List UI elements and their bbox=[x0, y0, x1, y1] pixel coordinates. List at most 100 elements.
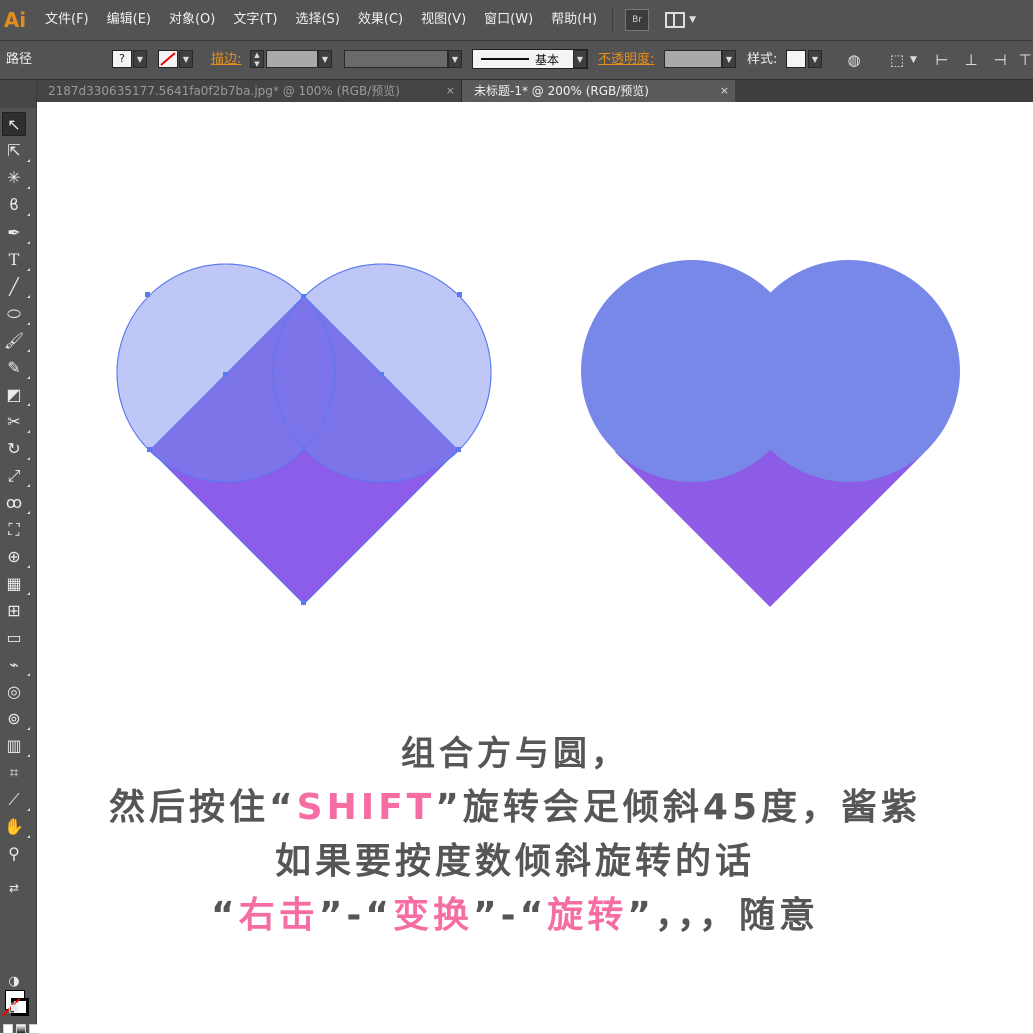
document-tab[interactable]: 2187d330635177.5641fa0f2b7ba.jpg* @ 100%… bbox=[36, 80, 461, 102]
fill-swatch[interactable]: ? bbox=[112, 50, 132, 68]
stroke-label[interactable]: 描边: bbox=[211, 41, 241, 79]
line-tool-icon[interactable]: ╱ bbox=[2, 275, 30, 299]
eraser-tool-icon[interactable]: ◩ bbox=[2, 383, 30, 407]
anchor-point bbox=[147, 447, 152, 452]
direct-selection-tool-icon[interactable]: ⇱ bbox=[2, 139, 30, 163]
chevron-down-icon[interactable]: ▼ bbox=[910, 55, 917, 65]
opacity-label[interactable]: 不透明度: bbox=[598, 41, 654, 79]
control-bar: 路径 ? ▼ ▼ 描边: ▲ ▼ ▼ ▼ 基本 ▼ 不透明度: ▼ 样式: ▼ ◍… bbox=[0, 41, 1033, 80]
document-tab-active[interactable]: 未标题-1* @ 200% (RGB/预览) × bbox=[461, 80, 735, 102]
menu-bar: Ai 文件(F) 编辑(E) 对象(O) 文字(T) 选择(S) 效果(C) 视… bbox=[0, 0, 1033, 41]
artboard-canvas[interactable]: 组合方与圆， 然后按住“SHIFT”旋转会足倾斜45度，酱紫 如果要按度数倾斜旋… bbox=[37, 102, 1033, 1033]
caption-highlight: SHIFT bbox=[296, 787, 436, 828]
anchor-point bbox=[223, 372, 228, 377]
close-icon[interactable]: × bbox=[446, 80, 455, 102]
vertical-align-top-icon[interactable]: ⊤ bbox=[1014, 49, 1033, 71]
brush-definition-dropdown[interactable]: ▼ bbox=[573, 50, 587, 68]
artboard-tool-icon[interactable]: ⌗ bbox=[2, 761, 26, 785]
column-graph-tool-icon[interactable]: ▥ bbox=[2, 734, 30, 758]
blend-tool-icon[interactable]: ◎ bbox=[2, 680, 26, 704]
horizontal-align-right-icon[interactable]: ⊣ bbox=[989, 49, 1011, 71]
caption-line: “右击”-“变换”-“旋转”，，，随意 bbox=[37, 889, 1033, 943]
finished-heart-group[interactable] bbox=[581, 260, 960, 607]
menu-effect[interactable]: 效果(C) bbox=[349, 0, 412, 40]
ellipse-tool-icon[interactable]: ⬭ bbox=[2, 302, 30, 326]
lasso-tool-icon[interactable]: ϐ bbox=[2, 193, 30, 217]
arrange-documents-button[interactable]: ▼ bbox=[665, 12, 696, 28]
document-tab-title: 2187d330635177.5641fa0f2b7ba.jpg* @ 100%… bbox=[48, 84, 400, 98]
chevron-down-icon: ▼ bbox=[689, 15, 696, 25]
stroke-weight-field[interactable] bbox=[266, 50, 318, 68]
opacity-dropdown[interactable]: ▼ bbox=[722, 50, 736, 68]
shape-builder-tool-icon[interactable]: ⊕ bbox=[2, 545, 30, 569]
menu-select[interactable]: 选择(S) bbox=[286, 0, 348, 40]
menu-separator bbox=[612, 8, 614, 32]
bridge-button[interactable]: Br bbox=[625, 9, 650, 31]
caption-text: ”旋转会足倾斜45度，酱紫 bbox=[435, 787, 922, 828]
anchor-point bbox=[379, 372, 384, 377]
menu-edit[interactable]: 编辑(E) bbox=[98, 0, 160, 40]
caption-line: 如果要按度数倾斜旋转的话 bbox=[37, 835, 1033, 889]
perspective-grid-tool-icon[interactable]: ▦ bbox=[2, 572, 30, 596]
free-transform-tool-icon[interactable]: ⛶ bbox=[2, 518, 26, 542]
menu-type[interactable]: 文字(T) bbox=[224, 0, 286, 40]
symbol-sprayer-tool-icon[interactable]: ⊚ bbox=[2, 707, 30, 731]
anchor-point bbox=[145, 292, 150, 297]
eyedropper-tool-icon[interactable]: ⌁ bbox=[2, 653, 30, 677]
pen-tool-icon[interactable]: ✒ bbox=[2, 221, 30, 245]
slice-tool-icon[interactable]: ⟋ bbox=[2, 788, 30, 812]
gradient-tool-icon[interactable]: ▭ bbox=[2, 626, 26, 650]
pencil-tool-icon[interactable]: ✎ bbox=[2, 356, 30, 380]
variable-width-dropdown[interactable]: ▼ bbox=[448, 50, 462, 68]
stroke-weight-stepper[interactable]: ▲ ▼ bbox=[250, 50, 264, 68]
horizontal-align-center-icon[interactable]: ⊥ bbox=[960, 49, 982, 71]
stroke-preview-line bbox=[481, 58, 529, 60]
heart-right-lobe[interactable] bbox=[738, 260, 960, 482]
magic-wand-tool-icon[interactable]: ✳ bbox=[2, 166, 30, 190]
document-tab-bar: 2187d330635177.5641fa0f2b7ba.jpg* @ 100%… bbox=[36, 80, 1033, 102]
close-icon[interactable]: × bbox=[720, 80, 729, 102]
stroke-dropdown[interactable]: ▼ bbox=[179, 50, 193, 68]
type-tool-icon[interactable]: T bbox=[2, 248, 30, 272]
recolor-artwork-icon[interactable]: ◍ bbox=[843, 49, 865, 71]
caption-text: ”-“ bbox=[473, 895, 548, 936]
selection-tool-icon[interactable]: ↖ bbox=[2, 112, 26, 136]
caption-text: 组合方与圆， bbox=[401, 734, 629, 774]
fill-dropdown[interactable]: ▼ bbox=[133, 50, 147, 68]
rotate-tool-icon[interactable]: ↻ bbox=[2, 437, 30, 461]
caption-text: 然后按住“ bbox=[108, 787, 297, 828]
anchor-point bbox=[301, 294, 306, 299]
caption-line: 然后按住“SHIFT”旋转会足倾斜45度，酱紫 bbox=[37, 781, 1033, 835]
brush-definition[interactable]: 基本 bbox=[472, 49, 588, 69]
scale-tool-icon[interactable]: ⤢ bbox=[2, 464, 30, 488]
caption-text: ”-“ bbox=[318, 895, 393, 936]
tools-panel: ↖ ⇱ ✳ ϐ ✒ T ╱ ⬭ 🖌 ✎ ◩ ✂ ↻ ⤢ ꝏ ⛶ ⊕ ▦ ⊞ ▭ … bbox=[0, 80, 39, 1034]
menu-file[interactable]: 文件(F) bbox=[36, 0, 98, 40]
menu-object[interactable]: 对象(O) bbox=[160, 0, 224, 40]
graphic-style-dropdown[interactable]: ▼ bbox=[808, 50, 822, 68]
caption-line: 组合方与圆， bbox=[37, 727, 1033, 781]
graphic-style-swatch[interactable] bbox=[786, 50, 806, 68]
screen-mode-icon[interactable]: ▣ bbox=[2, 996, 26, 1020]
swap-fill-stroke-icon[interactable]: ⇄ bbox=[2, 876, 26, 900]
align-to-selection-icon[interactable]: ⬚ bbox=[886, 49, 908, 71]
mesh-tool-icon[interactable]: ⊞ bbox=[2, 599, 26, 623]
scissors-tool-icon[interactable]: ✂ bbox=[2, 410, 30, 434]
menu-help[interactable]: 帮助(H) bbox=[542, 0, 606, 40]
variable-width-profile[interactable] bbox=[344, 50, 448, 68]
menu-view[interactable]: 视图(V) bbox=[412, 0, 475, 40]
stroke-weight-dropdown[interactable]: ▼ bbox=[318, 50, 332, 68]
zoom-tool-icon[interactable]: ⚲ bbox=[2, 842, 26, 866]
tools-panel-grip[interactable] bbox=[0, 80, 36, 108]
paintbrush-tool-icon[interactable]: 🖌 bbox=[2, 329, 30, 353]
drawing-mode-icon[interactable]: ◑ bbox=[2, 970, 26, 994]
opacity-field[interactable] bbox=[664, 50, 722, 68]
menu-window[interactable]: 窗口(W) bbox=[475, 0, 542, 40]
stroke-swatch[interactable] bbox=[158, 50, 178, 68]
hand-tool-icon[interactable]: ✋ bbox=[2, 815, 30, 839]
warp-tool-icon[interactable]: ꝏ bbox=[2, 491, 30, 515]
horizontal-align-left-icon[interactable]: ⊢ bbox=[931, 49, 953, 71]
anchor-point bbox=[301, 600, 306, 605]
heart-construction-group[interactable] bbox=[116, 263, 492, 605]
document-tab-title: 未标题-1* @ 200% (RGB/预览) bbox=[474, 84, 649, 98]
